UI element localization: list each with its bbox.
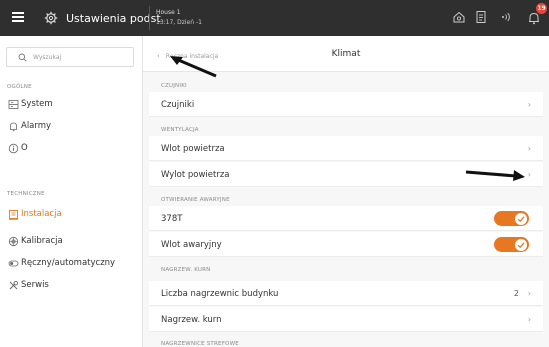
search-icon: [18, 53, 27, 62]
row-sensors[interactable]: Czujniki ›: [149, 92, 543, 117]
sidebar-item-calibration[interactable]: Kalibracja: [0, 230, 142, 252]
sidebar-item-about[interactable]: O: [0, 137, 142, 159]
house-name: House 1: [156, 9, 181, 16]
calibration-icon: [8, 236, 19, 246]
document-icon[interactable]: [474, 10, 488, 24]
sidebar: OGÓLNE System Alarmy O TECHNICZNE: [0, 36, 143, 347]
sidebar-item-label: Serwis: [21, 280, 49, 290]
group-header-zone-heaters: NAGRZEWNICE STREFOWE: [161, 341, 239, 347]
sidebar-item-label: Alarmy: [21, 121, 52, 131]
sidebar-item-label: Kalibracja: [21, 236, 63, 246]
chevron-right-icon: ›: [527, 144, 531, 153]
server-icon: [8, 99, 19, 109]
sidebar-item-alarms[interactable]: Alarmy: [0, 115, 142, 137]
row-label: Wlot powietrza: [161, 144, 225, 154]
installation-icon: [9, 209, 18, 220]
checkmark-icon: [517, 215, 525, 222]
row-heater-count[interactable]: Liczba nagrzewnic budynku 2 ›: [149, 281, 543, 306]
chevron-right-icon: ›: [527, 289, 531, 298]
row-378t: 378T: [149, 206, 543, 231]
chevron-right-icon: ›: [527, 315, 531, 324]
toggle-knob: [515, 238, 527, 251]
home-icon[interactable]: [452, 10, 466, 24]
toggle-switch-emergency-inlet[interactable]: [494, 237, 529, 252]
row-air-inlet[interactable]: Wlot powietrza ›: [149, 136, 543, 161]
row-emergency-inlet: Wlot awaryjny: [149, 232, 543, 257]
sidebar-item-label: Ręczny/automatyczny: [21, 258, 116, 268]
hamburger-menu-icon[interactable]: [12, 10, 28, 24]
toggle-switch-378t[interactable]: [494, 211, 529, 226]
row-label: Wlot awaryjny: [161, 240, 222, 250]
divider: [149, 6, 150, 30]
section-header-technical: TECHNICZNE: [7, 191, 45, 197]
toggle-knob: [515, 212, 527, 225]
house-selector[interactable]: House 1 13:17, Dzień -1: [156, 8, 202, 28]
row-label: Wylot powietrza: [161, 170, 230, 180]
main-panel: ‹ Ręczna instalacja Klimat CZUJNIKI Czuj…: [143, 36, 549, 347]
group-header-sensors: CZUJNIKI: [161, 83, 187, 89]
app-title-group: Ustawienia podst: [44, 0, 161, 36]
wrench-icon: [9, 280, 19, 289]
sidebar-item-system[interactable]: System: [0, 93, 142, 115]
sidebar-item-label: System: [21, 99, 53, 109]
row-label: Liczba nagrzewnic budynku: [161, 289, 279, 299]
chevron-right-icon: ›: [527, 170, 531, 179]
app-title: Ustawienia podst: [66, 11, 161, 25]
group-header-emergency-opening: OTWIERANIE AWARYJNE: [161, 197, 230, 203]
row-air-outlet[interactable]: Wylot powietrza ›: [149, 162, 543, 187]
row-label: 378T: [161, 214, 183, 224]
page-title: Klimat: [331, 49, 361, 59]
sidebar-item-manual-auto[interactable]: Ręczny/automatyczny: [0, 252, 142, 274]
bell-icon: [10, 122, 17, 131]
row-label: Czujniki: [161, 100, 195, 110]
main-header: ‹ Ręczna instalacja Klimat: [143, 36, 549, 72]
row-heaters[interactable]: Nagrzew. kurn ›: [149, 307, 543, 332]
sidebar-item-service[interactable]: Serwis: [0, 274, 142, 296]
section-header-general: OGÓLNE: [7, 84, 32, 90]
search-input[interactable]: [33, 51, 129, 64]
gear-icon: [44, 11, 58, 25]
sidebar-item-installation[interactable]: Instalacja: [0, 203, 142, 225]
info-icon: [8, 143, 19, 153]
row-value: 2: [513, 289, 519, 298]
house-date: 13:17, Dzień -1: [156, 19, 202, 26]
wireless-signal-icon[interactable]: [500, 10, 514, 24]
chevron-right-icon: ›: [527, 100, 531, 109]
group-header-heaters: NAGRZEW. KURN: [161, 267, 211, 273]
row-label: Nagrzew. kurn: [161, 315, 222, 325]
sidebar-item-label: Instalacja: [21, 209, 62, 219]
notification-badge: 19: [536, 3, 547, 14]
manual-auto-icon: [8, 260, 19, 266]
top-bar: Ustawienia podst House 1 13:17, Dzień -1…: [0, 0, 549, 36]
group-header-ventilation: WENTYLACJA: [161, 127, 199, 133]
search-box[interactable]: [6, 47, 134, 67]
checkmark-icon: [517, 241, 525, 248]
sidebar-item-label: O: [21, 143, 28, 153]
